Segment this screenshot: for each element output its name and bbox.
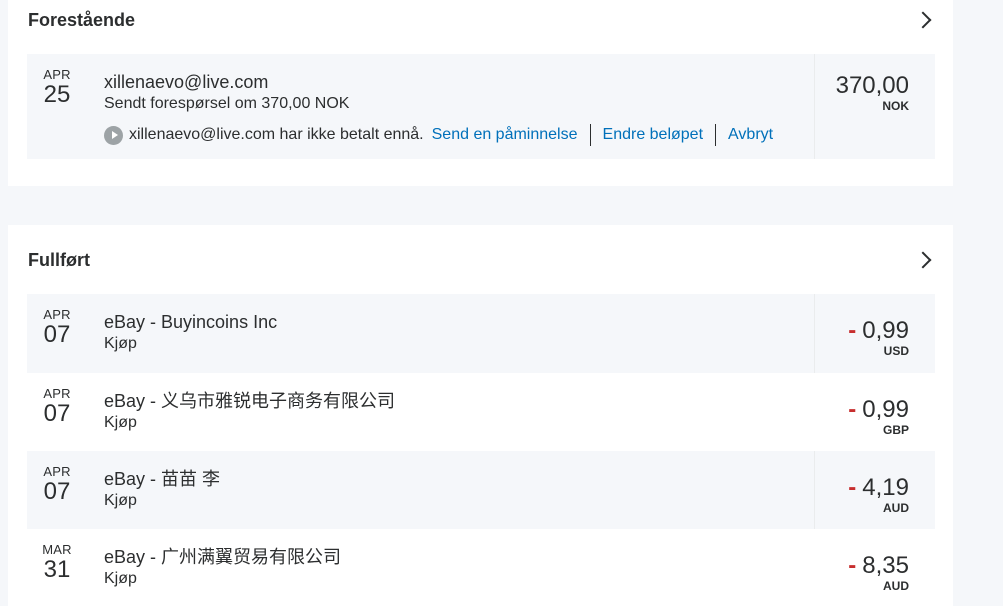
pending-title: Forestående [28, 9, 136, 30]
pending-header: Forestående [28, 0, 935, 40]
date-day: 07 [43, 321, 71, 348]
negative-sign: - [848, 396, 857, 423]
transaction-info: eBay - Buyincoins Inc Kjøp [104, 311, 277, 355]
transaction-row[interactable]: APR 07 eBay - 义乌市雅锐电子商务有限公司 Kjøp -0,99 G… [27, 373, 935, 451]
change-amount-link[interactable]: Endre beløpet [591, 126, 716, 144]
amount-block: -8,35 AUD [848, 552, 909, 594]
page-background [956, 0, 1003, 606]
amount-value: 0,99 [862, 317, 909, 344]
counterparty-name: eBay - 苗苗 李 [104, 469, 221, 489]
transaction-row[interactable]: APR 07 eBay - 苗苗 李 Kjøp -4,19 AUD [27, 451, 935, 529]
transaction-type: Kjøp [104, 570, 137, 587]
transaction-row[interactable]: MAR 31 eBay - 广州满翼贸易有限公司 Kjøp -8,35 AUD [27, 529, 935, 606]
transaction-row[interactable]: APR 07 eBay - Buyincoins Inc Kjøp -0,99 … [27, 294, 935, 373]
status-text: xillenaevo@live.com har ikke betalt ennå… [129, 126, 424, 143]
amount-currency: NOK [882, 99, 909, 113]
counterparty-name: eBay - Buyincoins Inc [104, 312, 278, 332]
pending-section: Forestående APR 25 xillenaevo@live.com S… [8, 0, 953, 186]
counterparty-name: xillenaevo@live.com [104, 72, 269, 92]
date-month: APR [43, 67, 71, 82]
date-month: APR [43, 307, 71, 322]
amount-divider [814, 294, 815, 373]
amount-divider [814, 451, 815, 529]
amount-currency: USD [883, 344, 909, 358]
amount-currency: AUD [883, 579, 909, 593]
counterparty-name: eBay - 广州满翼贸易有限公司 [104, 547, 342, 567]
completed-title: Fullført [28, 249, 90, 270]
date-block: APR 07 [27, 308, 87, 348]
amount-value: 8,35 [862, 552, 909, 579]
date-day: 07 [43, 400, 71, 427]
negative-sign: - [848, 552, 857, 579]
chevron-right-icon[interactable] [914, 251, 932, 269]
chevron-circle-icon [104, 125, 123, 145]
amount-block: 370,00 NOK [835, 72, 909, 114]
amount-block: -0,99 USD [848, 317, 909, 359]
date-month: MAR [42, 542, 72, 557]
date-month: APR [43, 386, 71, 401]
completed-section: Fullført APR 07 eBay - Buyincoins Inc Kj… [8, 225, 953, 606]
amount-currency: GBP [882, 423, 909, 437]
pending-request-row[interactable]: APR 25 xillenaevo@live.com Sendt forespø… [27, 54, 935, 159]
date-block: MAR 31 [27, 543, 87, 583]
transaction-type: Kjøp [104, 492, 137, 509]
date-day: 25 [43, 81, 71, 108]
send-reminder-link[interactable]: Send en påminnelse [432, 126, 590, 144]
date-block: APR 07 [27, 465, 87, 505]
date-block: APR 07 [27, 387, 87, 427]
counterparty-name: eBay - 义乌市雅锐电子商务有限公司 [104, 391, 396, 411]
transaction-description: Sendt forespørsel om 370,00 NOK [104, 95, 350, 112]
transaction-type: Kjøp [104, 414, 137, 431]
date-block: APR 25 [27, 68, 87, 108]
date-day: 31 [43, 556, 71, 583]
transaction-info: xillenaevo@live.com Sendt forespørsel om… [104, 71, 349, 115]
negative-sign: - [848, 474, 857, 501]
transaction-info: eBay - 义乌市雅锐电子商务有限公司 Kjøp [104, 390, 395, 434]
request-status-line: xillenaevo@live.com har ikke betalt ennå… [104, 124, 785, 146]
negative-sign: - [848, 317, 857, 344]
chevron-right-icon[interactable] [914, 11, 932, 29]
amount-currency: AUD [883, 501, 909, 515]
amount-block: -4,19 AUD [848, 474, 909, 516]
transaction-info: eBay - 苗苗 李 Kjøp [104, 468, 220, 512]
transaction-info: eBay - 广州满翼贸易有限公司 Kjøp [104, 546, 341, 590]
amount-divider [814, 54, 815, 159]
date-month: APR [43, 464, 71, 479]
date-day: 07 [43, 478, 71, 505]
amount-value: 4,19 [862, 474, 909, 501]
transaction-type: Kjøp [104, 335, 137, 352]
amount-value: 370,00 [835, 72, 909, 99]
amount-block: -0,99 GBP [848, 396, 909, 438]
amount-value: 0,99 [862, 396, 909, 423]
completed-header: Fullført [28, 240, 935, 280]
cancel-link[interactable]: Avbryt [716, 126, 785, 144]
